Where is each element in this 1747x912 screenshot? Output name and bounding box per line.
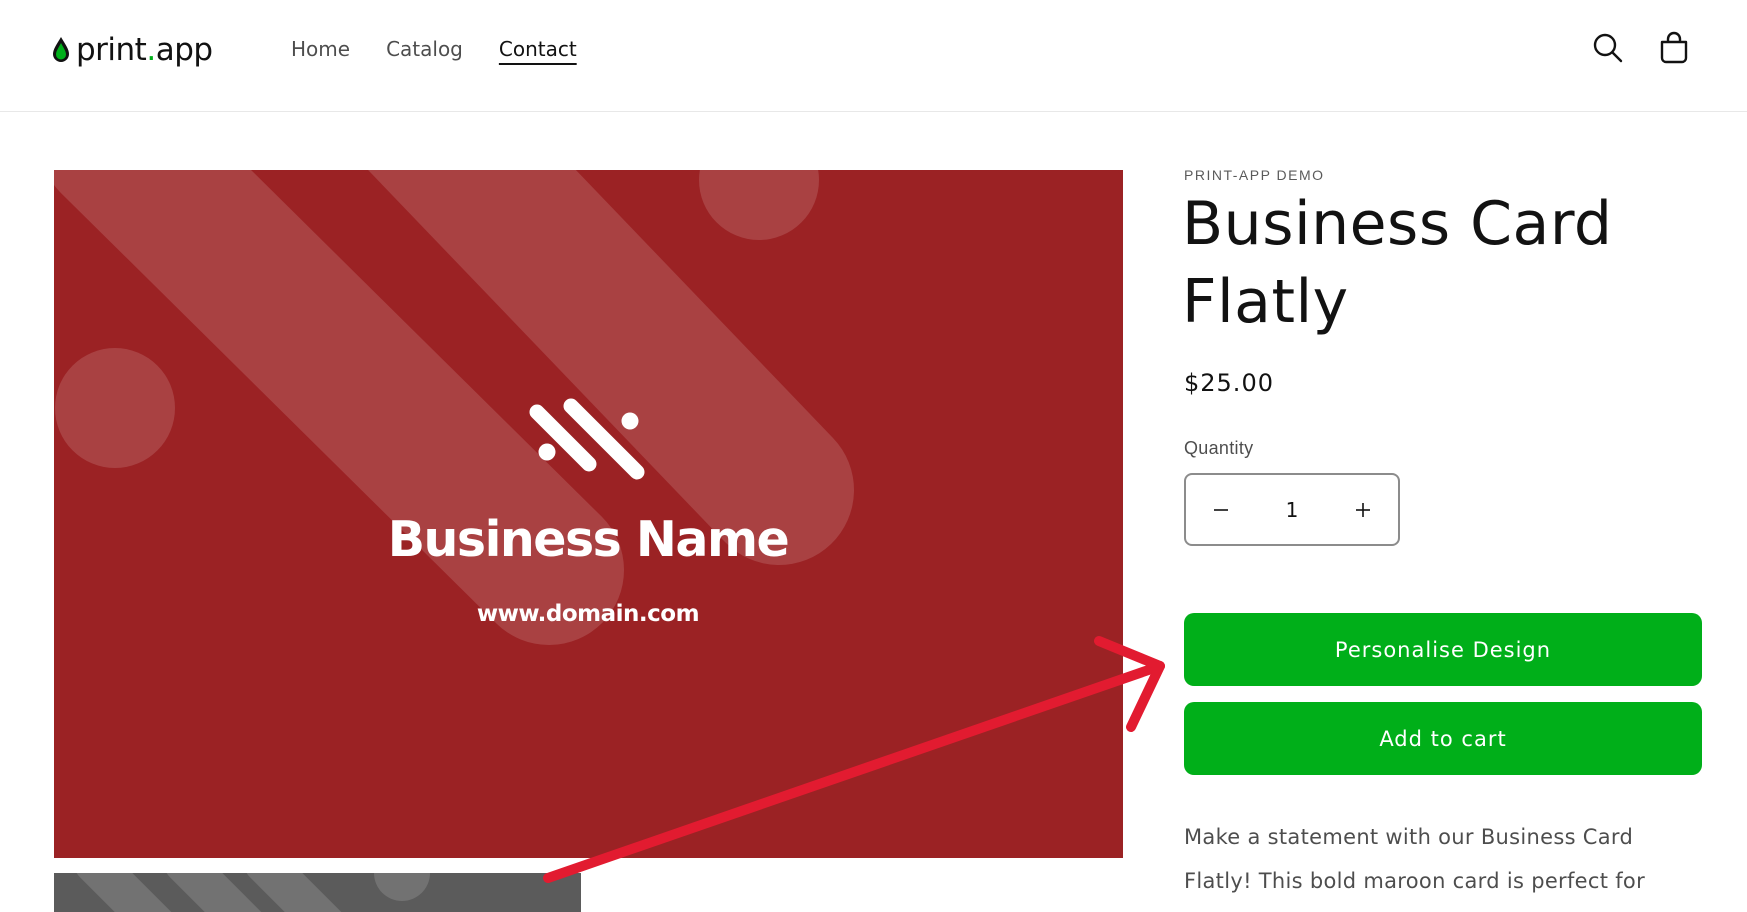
domain-text: www.domain.com xyxy=(477,601,699,627)
cart-icon[interactable] xyxy=(1654,28,1694,68)
quantity-label: Quantity xyxy=(1184,438,1254,458)
droplet-logo-icon xyxy=(53,37,69,62)
product-title: Business Card Flatly xyxy=(1182,189,1613,337)
business-name-text: Business Name xyxy=(388,511,789,568)
personalise-design-button[interactable]: Personalise Design xyxy=(1184,613,1702,686)
quantity-decrease-button[interactable] xyxy=(1186,475,1256,544)
product-thumbnail[interactable] xyxy=(54,873,581,912)
quantity-stepper xyxy=(1184,473,1400,546)
minus-icon xyxy=(1214,508,1228,511)
main-nav: Home Catalog Contact xyxy=(291,36,613,62)
logo-text: print.app xyxy=(76,32,213,68)
product-vendor: PRINT-APP DEMO xyxy=(1184,167,1325,183)
logo[interactable]: print.app xyxy=(50,30,213,70)
site-header: print.app Home Catalog Contact xyxy=(0,0,1747,112)
product-main-image[interactable]: Business Name www.domain.com xyxy=(54,170,1123,858)
nav-contact[interactable]: Contact xyxy=(499,36,577,62)
quantity-input[interactable] xyxy=(1262,497,1322,522)
thumbnail-artwork xyxy=(54,873,581,912)
product-description: Make a statement with our Business Card … xyxy=(1184,825,1646,893)
nav-catalog[interactable]: Catalog xyxy=(386,36,463,62)
search-icon[interactable] xyxy=(1588,28,1628,68)
plus-icon xyxy=(1356,502,1370,517)
quantity-increase-button[interactable] xyxy=(1328,475,1398,544)
business-card-artwork: Business Name www.domain.com xyxy=(54,170,1123,858)
nav-home[interactable]: Home xyxy=(291,36,350,62)
product-price: $25.00 xyxy=(1184,369,1274,397)
add-to-cart-button[interactable]: Add to cart xyxy=(1184,702,1702,775)
